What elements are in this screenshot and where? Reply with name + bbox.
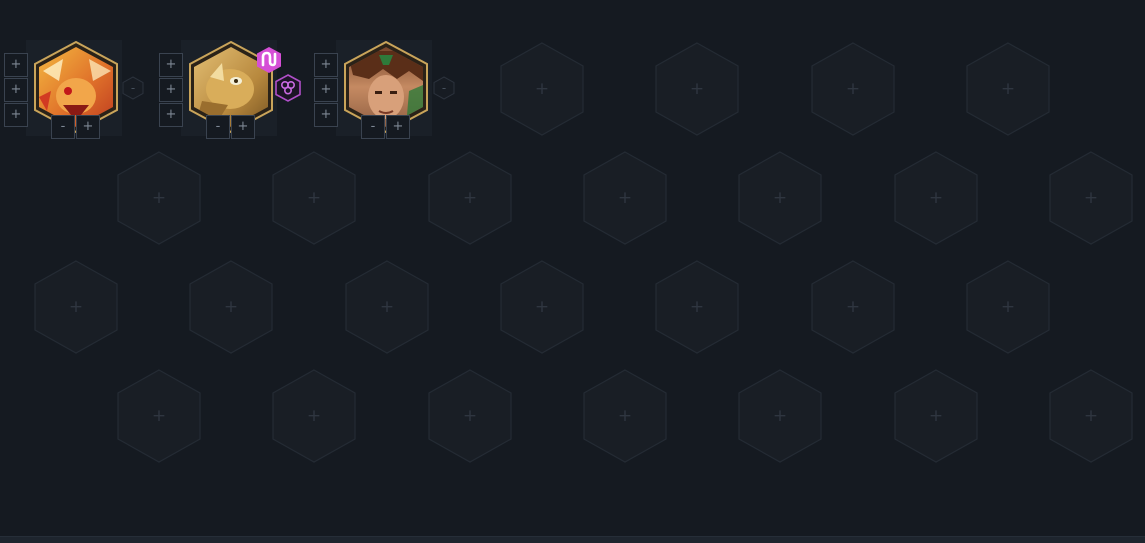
unit-remove-button[interactable]: - [433, 76, 455, 100]
unit-remove-button[interactable]: - [122, 76, 144, 100]
add-unit-label: + [1083, 405, 1099, 426]
add-unit-label: + [534, 78, 550, 99]
unit-slot-2[interactable]: + + + - + [155, 40, 301, 140]
add-unit-label: + [617, 405, 633, 426]
item-slot-add-button[interactable]: + [159, 78, 183, 102]
empty-hex-slot[interactable]: + [583, 151, 667, 245]
add-unit-label: + [306, 405, 322, 426]
add-unit-label: + [223, 296, 239, 317]
star-decrease-button[interactable]: - [51, 115, 75, 139]
add-unit-label: + [462, 187, 478, 208]
item-slots: + + + [159, 53, 183, 128]
star-controls: - + [51, 115, 101, 139]
empty-hex-slot[interactable]: + [583, 369, 667, 463]
add-unit-label: + [1000, 78, 1016, 99]
empty-hex-slot[interactable]: + [738, 369, 822, 463]
empty-hex-slot[interactable]: + [272, 151, 356, 245]
add-unit-label: + [772, 405, 788, 426]
star-decrease-button[interactable]: - [206, 115, 230, 139]
add-unit-label: + [689, 296, 705, 317]
star-increase-button[interactable]: + [76, 115, 100, 139]
item-slot-add-button[interactable]: + [159, 53, 183, 77]
star-controls: - + [361, 115, 411, 139]
item-slot-add-button[interactable]: + [314, 78, 338, 102]
bottom-scroll-track[interactable] [0, 536, 1145, 543]
empty-hex-slot[interactable]: + [894, 151, 978, 245]
item-slot-add-button[interactable]: + [4, 53, 28, 77]
empty-hex-slot[interactable]: + [811, 42, 895, 136]
add-unit-label: + [151, 405, 167, 426]
add-unit-label: + [928, 405, 944, 426]
empty-hex-slot[interactable]: + [966, 42, 1050, 136]
empty-hex-slot[interactable]: + [117, 369, 201, 463]
empty-hex-slot[interactable]: + [655, 42, 739, 136]
empty-hex-slot[interactable]: + [34, 260, 118, 354]
triskelion-trait-icon[interactable] [275, 74, 301, 102]
empty-hex-slot[interactable]: + [500, 42, 584, 136]
item-slot-add-button[interactable]: + [314, 53, 338, 77]
add-unit-label: + [928, 187, 944, 208]
unit-slot-1[interactable]: + + + - + - [0, 40, 144, 140]
star-increase-button[interactable]: + [231, 115, 255, 139]
empty-hex-slot[interactable]: + [345, 260, 429, 354]
empty-hex-slot[interactable]: + [966, 260, 1050, 354]
empty-hex-slot[interactable]: + [428, 369, 512, 463]
empty-hex-slot[interactable]: + [1049, 369, 1133, 463]
empty-hex-slot[interactable]: + [655, 260, 739, 354]
star-decrease-button[interactable]: - [361, 115, 385, 139]
add-unit-label: + [1083, 187, 1099, 208]
add-unit-label: + [151, 187, 167, 208]
item-slot-add-button[interactable]: + [4, 78, 28, 102]
add-unit-label: + [462, 405, 478, 426]
add-unit-label: + [689, 78, 705, 99]
add-unit-label: + [1000, 296, 1016, 317]
unit-slot-3[interactable]: + + + - + - [310, 40, 455, 140]
empty-hex-slot[interactable]: + [189, 260, 273, 354]
add-unit-label: + [68, 296, 84, 317]
add-unit-label: + [845, 78, 861, 99]
empty-hex-slot[interactable]: + [272, 369, 356, 463]
add-unit-label: + [379, 296, 395, 317]
item-slots: + + + [314, 53, 338, 128]
item-slot-add-button[interactable]: + [314, 103, 338, 127]
empty-hex-slot[interactable]: + [117, 151, 201, 245]
item-slot-add-button[interactable]: + [4, 103, 28, 127]
star-increase-button[interactable]: + [386, 115, 410, 139]
add-unit-label: + [306, 187, 322, 208]
add-unit-label: + [772, 187, 788, 208]
star-controls: - + [206, 115, 256, 139]
add-unit-label: + [534, 296, 550, 317]
empty-hex-slot[interactable]: + [894, 369, 978, 463]
empty-hex-slot[interactable]: + [428, 151, 512, 245]
empty-hex-slot[interactable]: + [811, 260, 895, 354]
ribbon-emblem-icon [255, 46, 283, 74]
item-slot-add-button[interactable]: + [159, 103, 183, 127]
add-unit-label: + [617, 187, 633, 208]
empty-hex-slot[interactable]: + [500, 260, 584, 354]
empty-hex-slot[interactable]: + [1049, 151, 1133, 245]
item-slots: + + + [4, 53, 28, 128]
empty-hex-slot[interactable]: + [738, 151, 822, 245]
add-unit-label: + [845, 296, 861, 317]
